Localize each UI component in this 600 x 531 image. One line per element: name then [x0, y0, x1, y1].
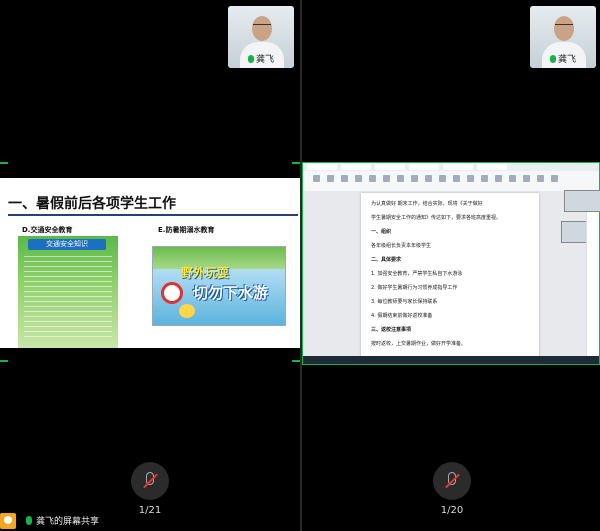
screen-share-indicator[interactable]: 龚飞的屏幕共享 — [0, 510, 105, 531]
document-text-line: 二、具体要求 — [371, 257, 402, 263]
document-text-line: 三、返校注意事项 — [371, 327, 412, 333]
focus-corner — [292, 162, 300, 164]
mic-active-icon — [248, 54, 254, 63]
document-text-line: 2. 做好学生暑期行为习惯养成指导工作 — [371, 285, 458, 291]
no-swimming-sign-icon — [161, 282, 183, 304]
document-text-line: 各年级组长负责本年级学生 — [371, 243, 432, 249]
toolbar-icon[interactable] — [341, 175, 348, 182]
browser-tab[interactable] — [443, 164, 473, 170]
browser-tab[interactable] — [409, 164, 439, 170]
focus-corner — [292, 360, 300, 362]
poster-title-line2: 切勿下水游 — [193, 284, 269, 302]
document-page[interactable]: 为认真做好 期末工作，结合实际，现将《关于做好学生暑期安全工作的通知》传达如下，… — [361, 193, 539, 364]
participant-name-tag: 龚飞 — [248, 52, 274, 65]
slide-subheading-traffic: D.交通安全教育 — [22, 226, 73, 234]
right-video-pane: 龚飞 为认真做好 期末工作，结合实际，现将《关于做好 学生暑期安全工作的通知》传… — [302, 0, 600, 531]
browser-tab-bar — [303, 163, 599, 171]
toolbar-icon[interactable] — [313, 175, 320, 182]
focus-corner — [0, 162, 8, 164]
water-safety-poster: 野外玩耍 切勿下水游 — [152, 246, 286, 326]
toolbar-icon[interactable] — [481, 175, 488, 182]
toolbar-icon[interactable] — [439, 175, 446, 182]
toolbar-icon[interactable] — [327, 175, 334, 182]
traffic-safety-poster: 交通安全知识 — [18, 236, 118, 348]
toolbar-icon[interactable] — [509, 175, 516, 182]
participant-name-tag: 龚飞 — [550, 52, 576, 65]
participant-name: 龚飞 — [256, 55, 275, 65]
focus-corner — [0, 360, 8, 362]
screen-share-label: 龚飞的屏幕共享 — [36, 517, 100, 527]
toolbar-icon[interactable] — [537, 175, 544, 182]
poster-banner: 交通安全知识 — [28, 239, 106, 250]
left-video-pane: 龚飞 一、暑假前后各项学生工作 D.交通安全教育 E.防暑期溺水教育 交通安全知… — [0, 0, 300, 531]
document-area: 为认真做好 期末工作，结合实际，现将《关于做好学生暑期安全工作的通知》传达如下，… — [303, 191, 599, 364]
shared-slide: 一、暑假前后各项学生工作 D.交通安全教育 E.防暑期溺水教育 交通安全知识 野… — [0, 178, 300, 348]
participant-name: 龚飞 — [558, 55, 577, 65]
poster-text-lines — [24, 256, 112, 338]
mic-active-icon — [26, 516, 32, 525]
mute-button[interactable] — [433, 462, 471, 500]
page-counter: 1/20 — [440, 505, 464, 516]
document-text-line: 为认真做好 期末工作，结合实际，现将《关于做好 — [371, 201, 483, 207]
page-counter: 1/21 — [138, 505, 162, 516]
duck-icon — [179, 304, 195, 318]
browser-tab[interactable] — [307, 164, 337, 170]
toolbar-icon[interactable] — [411, 175, 418, 182]
slide-title-underline — [8, 214, 298, 216]
document-text-line: 1. 加强安全教育，严禁学生私自下水游泳 — [371, 271, 463, 277]
toolbar-icon[interactable] — [397, 175, 404, 182]
mic-active-icon — [550, 54, 556, 63]
mute-button[interactable] — [131, 462, 169, 500]
participant-video-tile[interactable]: 龚飞 — [530, 6, 596, 68]
os-taskbar — [303, 356, 599, 364]
document-text-line: 4. 假期结束前做好返校准备 — [371, 313, 433, 319]
document-text-line: 学生暑期安全工作的通知》传达如下，要求各班高度重视。 — [371, 215, 502, 221]
browser-tab[interactable] — [341, 164, 371, 170]
toolbar-icon[interactable] — [425, 175, 432, 182]
participant-video-tile[interactable]: 龚飞 — [228, 6, 294, 68]
toolbar-icon[interactable] — [453, 175, 460, 182]
document-text-line: 一、组织 — [371, 229, 392, 235]
toolbar-icon[interactable] — [551, 175, 558, 182]
word-processor-toolbar — [303, 171, 599, 192]
toolbar-icon[interactable] — [355, 175, 362, 182]
browser-tab[interactable] — [477, 164, 507, 170]
participant-glasses — [555, 24, 573, 29]
floating-video-thumb — [564, 190, 600, 212]
participant-glasses — [253, 24, 271, 29]
shared-desktop-screen: 为认真做好 期末工作，结合实际，现将《关于做好学生暑期安全工作的通知》传达如下，… — [302, 162, 600, 365]
poster-title-line1: 野外玩耍 — [181, 266, 230, 280]
user-avatar-icon — [0, 512, 16, 529]
toolbar-icon[interactable] — [523, 175, 530, 182]
slide-title: 一、暑假前后各项学生工作 — [8, 196, 176, 212]
document-text-line: 按时返校，上交暑期作业，做好开学准备。 — [371, 341, 467, 347]
toolbar-icon[interactable] — [495, 175, 502, 182]
side-panel — [586, 191, 599, 364]
toolbar-icon[interactable] — [369, 175, 376, 182]
toolbar-icon[interactable] — [383, 175, 390, 182]
document-text-line: 3. 每位教师要与家长保持联系 — [371, 299, 438, 305]
browser-tab[interactable] — [375, 164, 405, 170]
slide-subheading-drowning: E.防暑期溺水教育 — [158, 226, 215, 234]
toolbar-icon[interactable] — [467, 175, 474, 182]
